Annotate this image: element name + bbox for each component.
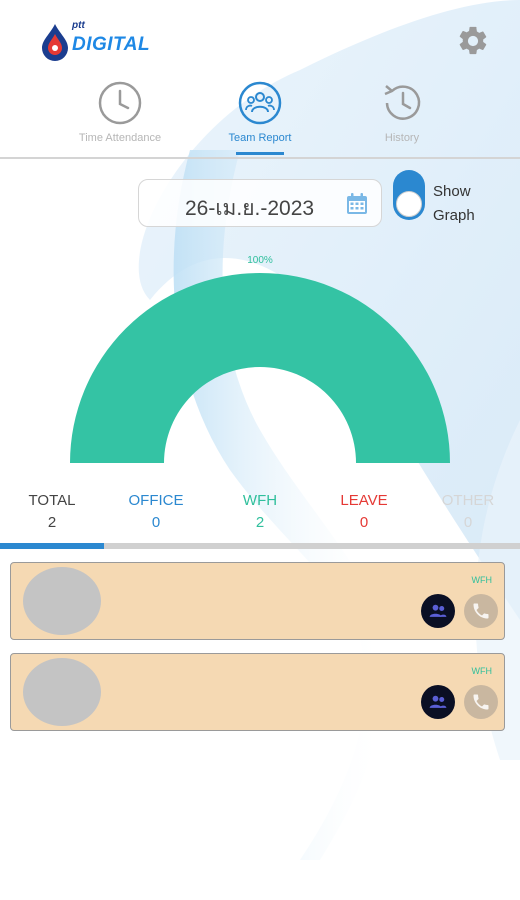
tab-label: History	[384, 132, 420, 144]
toggle-knob	[396, 191, 422, 217]
phone-icon	[473, 694, 489, 710]
stat-label: OTHER	[441, 492, 495, 509]
phone-icon	[473, 603, 489, 619]
stat-value: 2	[47, 514, 57, 531]
stat-other: OTHER 0	[416, 492, 520, 531]
status-badge: WFH	[471, 575, 493, 585]
tab-label: Time Attendance	[78, 132, 162, 144]
tab-history[interactable]: History	[332, 76, 472, 160]
group-icon	[429, 604, 447, 617]
settings-button[interactable]	[456, 24, 490, 58]
avatar	[23, 567, 101, 635]
stat-label: OFFICE	[128, 492, 184, 509]
gauge-arc	[70, 273, 450, 463]
logo-text: DIGITAL	[72, 34, 151, 55]
stat-total: TOTAL 2	[0, 492, 104, 531]
stat-leave: LEAVE 0	[312, 492, 416, 531]
stat-value: 2	[255, 514, 265, 531]
ptt-digital-logo: ptt DIGITAL	[38, 18, 150, 62]
stat-label: TOTAL	[28, 492, 76, 509]
stat-office: OFFICE 0	[104, 492, 208, 531]
call-button[interactable]	[464, 685, 498, 719]
call-button[interactable]	[464, 594, 498, 628]
tab-divider	[0, 157, 520, 159]
show-graph-label: Show Graph	[433, 183, 475, 224]
member-card[interactable]: WFH	[10, 653, 505, 731]
stat-wfh: WFH 2	[208, 492, 312, 531]
logo-text-small: ptt	[72, 20, 85, 31]
attendance-gauge: 100%	[0, 250, 520, 480]
team-button[interactable]	[421, 685, 455, 719]
stat-label: WFH	[242, 492, 278, 509]
status-badge: WFH	[471, 666, 493, 676]
tab-time-attendance[interactable]: Time Attendance	[50, 76, 190, 160]
avatar	[23, 658, 101, 726]
calendar-icon	[347, 193, 367, 214]
progress-bar	[0, 543, 520, 549]
show-graph-toggle[interactable]	[393, 170, 425, 220]
active-tab-indicator	[236, 152, 284, 155]
tab-team-report[interactable]: Team Report	[190, 76, 330, 160]
stats-row: TOTAL 2 OFFICE 0 WFH 2 LEAVE 0 OTHER 0	[0, 492, 520, 538]
stat-value: 0	[151, 514, 161, 531]
clock-icon	[98, 81, 142, 125]
group-icon	[429, 695, 447, 708]
stat-label: LEAVE	[340, 492, 388, 509]
drop-logo-icon	[42, 24, 68, 61]
tab-bar: Time Attendance Team Report History	[0, 76, 520, 160]
gauge-percent-label: 100%	[247, 255, 273, 266]
tab-label: Team Report	[228, 132, 292, 144]
date-picker[interactable]: 26-เม.ย.-2023	[138, 179, 382, 227]
gauge-chart	[70, 273, 450, 463]
progress-fill	[0, 543, 104, 549]
history-icon	[384, 85, 421, 120]
team-icon	[238, 81, 282, 125]
member-card[interactable]: WFH	[10, 562, 505, 640]
stat-value: 0	[359, 514, 369, 531]
gear-icon	[459, 26, 487, 55]
stat-value: 0	[463, 514, 473, 531]
date-value: 26-เม.ย.-2023	[185, 197, 315, 220]
team-button[interactable]	[421, 594, 455, 628]
